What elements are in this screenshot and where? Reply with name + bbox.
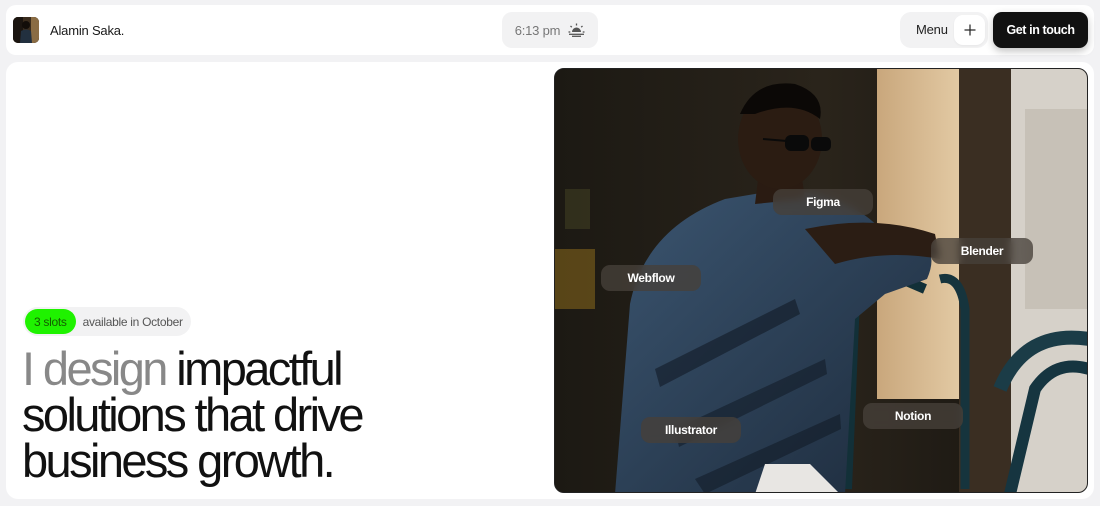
brand-name: Alamin Saka.	[50, 22, 125, 38]
availability-badge: 3 slots available in October	[23, 307, 191, 336]
brand[interactable]: Alamin Saka.	[13, 17, 124, 43]
local-time: 6:13 pm	[502, 12, 598, 48]
time-text: 6:13 pm	[514, 22, 561, 38]
tag-illustrator: Illustrator	[641, 417, 741, 443]
hero-headline: I design impactful solutions that drive …	[22, 345, 442, 484]
plus-icon[interactable]	[954, 15, 985, 45]
sunset-icon	[568, 23, 585, 37]
tag-figma: Figma	[773, 189, 873, 215]
hero-section: 3 slots available in October I design im…	[6, 62, 1094, 499]
menu-label: Menu	[916, 22, 948, 37]
tag-webflow: Webflow	[601, 265, 701, 291]
tag-blender: Blender	[931, 238, 1033, 264]
menu-button[interactable]: Menu	[900, 12, 988, 48]
top-nav: Alamin Saka. 6:13 pm Menu Get in touch	[6, 5, 1094, 55]
avatar	[13, 17, 39, 43]
get-in-touch-button[interactable]: Get in touch	[993, 12, 1088, 48]
hero-photo: Figma Blender Webflow Illustrator Notion	[554, 68, 1088, 493]
tag-notion: Notion	[863, 403, 963, 429]
availability-text: available in October	[82, 314, 183, 329]
slots-badge: 3 slots	[25, 309, 76, 334]
